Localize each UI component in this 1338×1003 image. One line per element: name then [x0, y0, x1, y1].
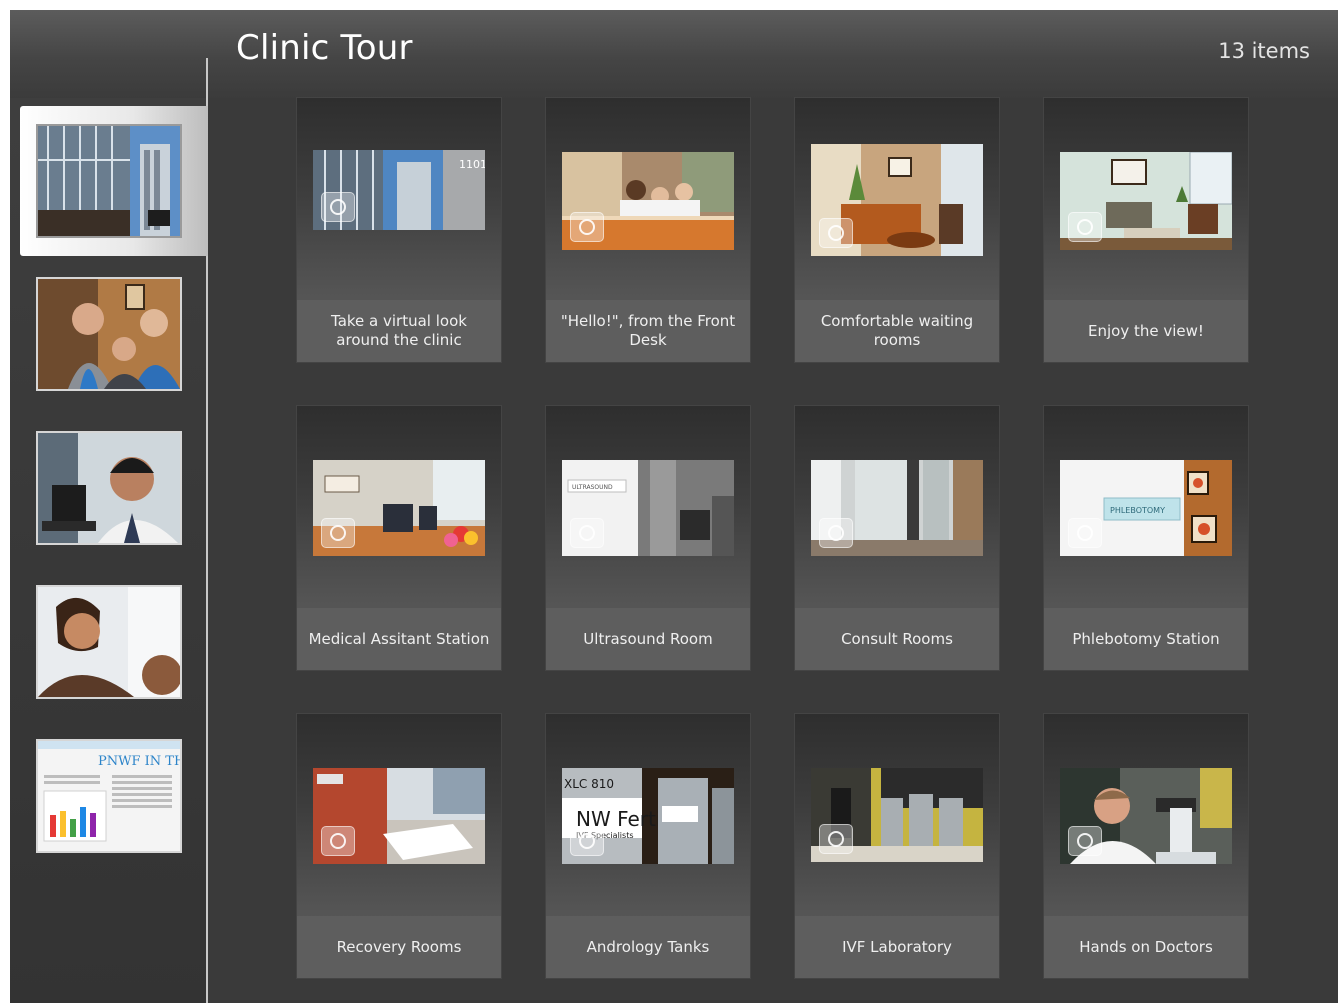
header-bar: Clinic Tour 13 items: [10, 10, 1338, 98]
gallery-item-andrology[interactable]: XLC 810 NW Fertil IVF Specialists Androl…: [546, 714, 750, 978]
gallery-item-consult[interactable]: Consult Rooms: [795, 406, 999, 670]
ultrasound-sign: ULTRASOUND: [572, 484, 613, 491]
gallery-item-virtual-tour[interactable]: 1101 Take a virtual look around the clin…: [297, 98, 501, 362]
gallery-item-doctors[interactable]: Hands on Doctors: [1044, 714, 1248, 978]
tank-label: XLC 810: [564, 777, 614, 791]
gallery-caption: "Hello!", from the Front Desk: [546, 300, 750, 362]
gallery-item-phlebotomy[interactable]: PHLEBOTOMY Phlebotomy Station: [1044, 406, 1248, 670]
camera-icon: [1068, 518, 1102, 548]
camera-icon: [1068, 212, 1102, 242]
gallery-photo: 1101: [313, 150, 485, 230]
sidebar-thumb-newsletter[interactable]: PNWF IN THE: [36, 739, 182, 853]
camera-icon: [321, 518, 355, 548]
building-sign: 1101: [459, 158, 485, 171]
gallery-caption: IVF Laboratory: [795, 916, 999, 978]
gallery-photo: [562, 152, 734, 250]
gallery-caption: Ultrasound Room: [546, 608, 750, 670]
gallery-item-view[interactable]: Enjoy the view!: [1044, 98, 1248, 362]
gallery-caption: Take a virtual look around the clinic: [297, 300, 501, 362]
staff-photo: [38, 279, 180, 389]
gallery-photo: [1060, 768, 1232, 864]
gallery-caption: Recovery Rooms: [297, 916, 501, 978]
camera-icon: [321, 826, 355, 856]
camera-icon: [819, 518, 853, 548]
camera-icon: [321, 192, 355, 222]
gallery-photo: [811, 460, 983, 556]
gallery-photo: [313, 460, 485, 556]
gallery-photo: [1060, 152, 1232, 250]
gallery-caption: Comfortable waiting rooms: [795, 300, 999, 362]
gallery-photo: [811, 144, 983, 256]
doctor-photo: [38, 433, 180, 543]
gallery-item-ivf-lab[interactable]: IVF Laboratory: [795, 714, 999, 978]
sidebar-thumb-patient[interactable]: [36, 585, 182, 699]
gallery-photo: ULTRASOUND: [562, 460, 734, 556]
page-title: Clinic Tour: [236, 28, 413, 68]
sidebar-divider-top: [206, 58, 208, 106]
app-window: Clinic Tour 13 items PNWF IN T 1101 Take…: [10, 10, 1338, 1003]
gallery-caption: Phlebotomy Station: [1044, 608, 1248, 670]
camera-icon: [1068, 826, 1102, 856]
phlebotomy-sign: PHLEBOTOMY: [1110, 506, 1165, 515]
camera-icon: [570, 826, 604, 856]
patient-photo: [38, 587, 180, 697]
gallery-item-waiting-rooms[interactable]: Comfortable waiting rooms: [795, 98, 999, 362]
camera-icon: [819, 824, 853, 854]
gallery-caption: Hands on Doctors: [1044, 916, 1248, 978]
sidebar-divider: [206, 256, 208, 1003]
camera-icon: [570, 518, 604, 548]
gallery-caption: Consult Rooms: [795, 608, 999, 670]
gallery-item-medical-assistant[interactable]: Medical Assitant Station: [297, 406, 501, 670]
gallery-item-front-desk[interactable]: "Hello!", from the Front Desk: [546, 98, 750, 362]
gallery-item-ultrasound[interactable]: ULTRASOUND Ultrasound Room: [546, 406, 750, 670]
building-photo: [38, 126, 180, 236]
item-count: 13 items: [1218, 39, 1310, 63]
gallery-photo: [313, 768, 485, 864]
camera-icon: [819, 218, 853, 248]
newsletter-photo: PNWF IN THE: [38, 741, 180, 851]
sidebar-thumb-doctor[interactable]: [36, 431, 182, 545]
gallery-item-recovery[interactable]: Recovery Rooms: [297, 714, 501, 978]
camera-icon: [570, 212, 604, 242]
gallery-photo: PHLEBOTOMY: [1060, 460, 1232, 556]
gallery-caption: Enjoy the view!: [1044, 300, 1248, 362]
sidebar-thumb-building[interactable]: [36, 124, 182, 238]
gallery-photo: XLC 810 NW Fertil IVF Specialists: [562, 768, 734, 864]
gallery-caption: Andrology Tanks: [546, 916, 750, 978]
sidebar-thumb-staff[interactable]: [36, 277, 182, 391]
gallery-caption: Medical Assitant Station: [297, 608, 501, 670]
gallery-photo: [811, 768, 983, 862]
newsletter-heading: PNWF IN THE: [98, 754, 180, 769]
